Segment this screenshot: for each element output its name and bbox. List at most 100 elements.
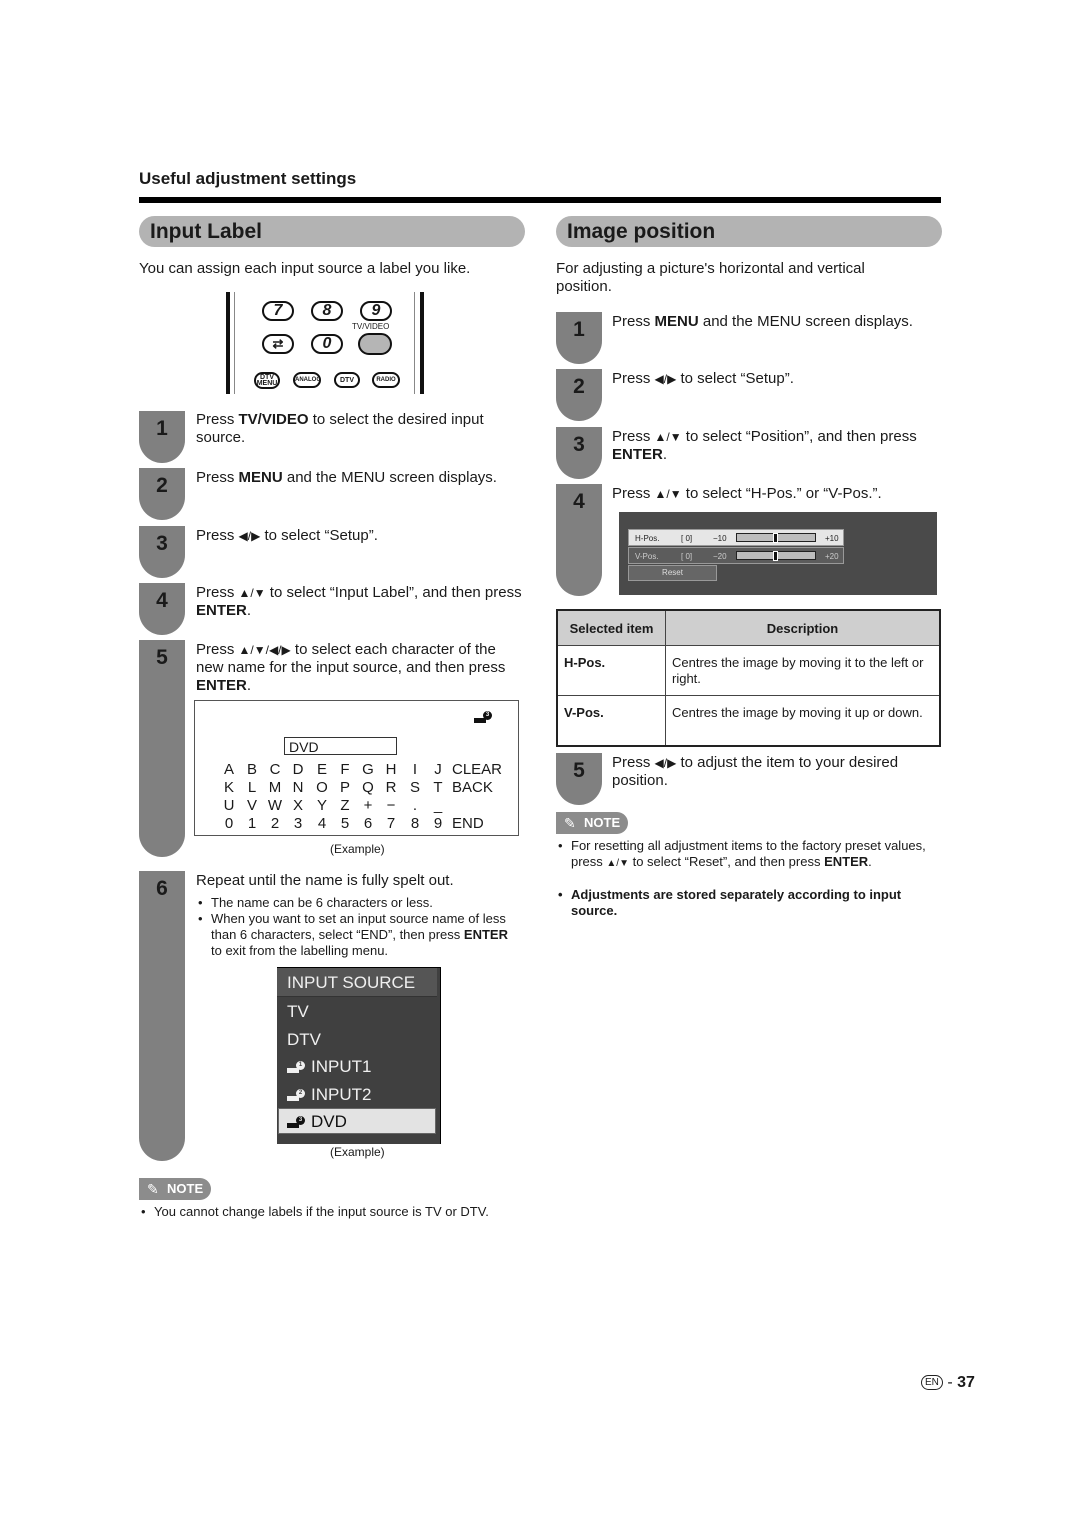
character-key[interactable]: E (314, 761, 330, 778)
character-key[interactable]: . (407, 797, 423, 814)
step-5-tab: 5 (139, 640, 185, 857)
character-key[interactable]: J (430, 761, 446, 778)
menu-item-dvd[interactable]: 3 DVD (287, 1112, 347, 1132)
image-position-heading: Image position (556, 216, 942, 247)
remote-button-dtv-menu: DTV MENU (254, 372, 280, 389)
step-1-tab: 1 (139, 411, 185, 463)
character-key[interactable]: S (407, 779, 423, 796)
section-label: Useful adjustment settings (139, 169, 357, 188)
right-note-item-1: For resetting all adjustment items to th… (558, 838, 941, 872)
character-key[interactable]: I (407, 761, 423, 778)
character-key[interactable]: BACK (452, 779, 493, 796)
character-key[interactable]: N (290, 779, 306, 796)
character-key[interactable]: T (430, 779, 446, 796)
v-pos-slider[interactable] (736, 551, 816, 561)
character-key[interactable]: 6 (360, 815, 376, 832)
character-key[interactable]: − (383, 797, 399, 814)
step-6-tab: 6 (139, 871, 185, 1161)
table-cell-item: H-Pos. (556, 645, 666, 696)
menu-caption: (Example) (330, 1145, 385, 1159)
input-source-icon: 3 (474, 711, 492, 723)
table-header-selected-item: Selected item (556, 609, 666, 646)
character-key[interactable]: C (267, 761, 283, 778)
name-input-field[interactable]: DVD (284, 737, 397, 755)
input-3-icon: 3 (287, 1115, 305, 1128)
note-badge-left: ✎ NOTE (139, 1178, 211, 1200)
ip-step-1-text: Press MENU and the MENU screen displays. (612, 313, 913, 330)
character-key[interactable]: 8 (407, 815, 423, 832)
character-key[interactable]: H (383, 761, 399, 778)
position-osd-screen: H-Pos. [ 0] −10 +10 V-Pos. [ 0] −20 +20 … (619, 512, 937, 595)
osd-reset-button[interactable]: Reset (628, 565, 717, 581)
table-cell-description: Centres the image by moving it up or dow… (665, 695, 941, 746)
h-pos-slider-knob[interactable] (773, 533, 778, 543)
ip-step-5-text: Press ◀/▶ to adjust the item to your des… (612, 754, 899, 789)
h-pos-slider[interactable] (736, 533, 816, 543)
table-row: H-Pos. Centres the image by moving it to… (556, 645, 941, 696)
character-key[interactable]: R (383, 779, 399, 796)
osd-row-h-pos[interactable]: H-Pos. [ 0] −10 +10 (628, 529, 844, 546)
character-key[interactable]: B (244, 761, 260, 778)
remote-button-radio: RADIO (372, 372, 400, 388)
character-key[interactable]: A (221, 761, 237, 778)
menu-item-tv[interactable]: TV (287, 1002, 309, 1022)
table-cell-description: Centres the image by moving it to the le… (665, 645, 941, 696)
step-1-text: Press TV/VIDEO to select the desired inp… (196, 411, 484, 446)
input-source-menu: INPUT SOURCE TV DTV 1 INPUT1 2 INPUT2 3 DVD (277, 967, 440, 1144)
table-cell-item: V-Pos. (556, 695, 666, 746)
remote-edge-right (420, 292, 424, 394)
step-6-bullet-1: The name can be 6 characters or less. (198, 895, 521, 911)
character-key[interactable]: 9 (430, 815, 446, 832)
paperclip-icon: ✎ (147, 1181, 159, 1197)
image-position-intro: For adjusting a picture's horizontal and… (556, 260, 865, 295)
character-key[interactable]: W (267, 797, 283, 814)
tv-video-label: TV/VIDEO (352, 322, 390, 331)
character-key[interactable]: _ (430, 797, 446, 814)
character-key[interactable]: G (360, 761, 376, 778)
menu-item-dtv[interactable]: DTV (287, 1030, 321, 1050)
osd-row-v-pos[interactable]: V-Pos. [ 0] −20 +20 (628, 547, 844, 564)
character-key[interactable]: V (244, 797, 260, 814)
character-key[interactable]: Q (360, 779, 376, 796)
character-key[interactable]: O (314, 779, 330, 796)
character-key[interactable]: D (290, 761, 306, 778)
character-key[interactable]: F (337, 761, 353, 778)
character-key[interactable]: P (337, 779, 353, 796)
menu-item-input1[interactable]: 1 INPUT1 (287, 1057, 371, 1077)
character-key[interactable]: CLEAR (452, 761, 502, 778)
menu-item-input2[interactable]: 2 INPUT2 (287, 1085, 371, 1105)
v-pos-slider-knob[interactable] (773, 551, 778, 561)
step-6-text: Repeat until the name is fully spelt out… (196, 872, 454, 889)
character-key[interactable]: 7 (383, 815, 399, 832)
character-key[interactable]: K (221, 779, 237, 796)
character-key[interactable]: 4 (314, 815, 330, 832)
character-entry-screen: 3 DVD A B C D E F G H I J CLEAR K L M N O P Q R S T BACK U V W X Y… (194, 700, 519, 836)
character-key[interactable]: + (360, 797, 376, 814)
ip-step-3-tab: 3 (556, 427, 602, 479)
paperclip-icon: ✎ (564, 815, 576, 831)
character-key[interactable]: 5 (337, 815, 353, 832)
character-key[interactable]: X (290, 797, 306, 814)
char-screen-caption: (Example) (330, 842, 385, 856)
left-note-item: You cannot change labels if the input so… (141, 1204, 534, 1220)
character-key[interactable]: L (244, 779, 260, 796)
character-key[interactable]: 3 (290, 815, 306, 832)
remote-button-analog: ANALOG (293, 372, 321, 388)
character-key[interactable]: 0 (221, 815, 237, 832)
up-down-arrows-icon: ▲/▼ (654, 430, 682, 444)
character-key[interactable]: Y (314, 797, 330, 814)
character-key[interactable]: 1 (244, 815, 260, 832)
character-key[interactable]: U (221, 797, 237, 814)
step-5-text: Press ▲/▼/◀/▶ to select each character o… (196, 641, 506, 694)
character-key[interactable]: M (267, 779, 283, 796)
character-key[interactable]: END (452, 815, 484, 832)
left-right-arrows-icon: ◀/▶ (654, 372, 677, 386)
up-down-arrows-icon: ▲/▼ (654, 487, 682, 501)
selected-item-table: Selected item Description H-Pos. Centres… (556, 609, 941, 747)
step-4-tab: 4 (139, 583, 185, 635)
character-key[interactable]: 2 (267, 815, 283, 832)
remote-button-8: 8 (311, 301, 343, 321)
step-4-text: Press ▲/▼ to select “Input Label”, and t… (196, 584, 522, 619)
character-key[interactable]: Z (337, 797, 353, 814)
ip-step-2-text: Press ◀/▶ to select “Setup”. (612, 370, 794, 387)
